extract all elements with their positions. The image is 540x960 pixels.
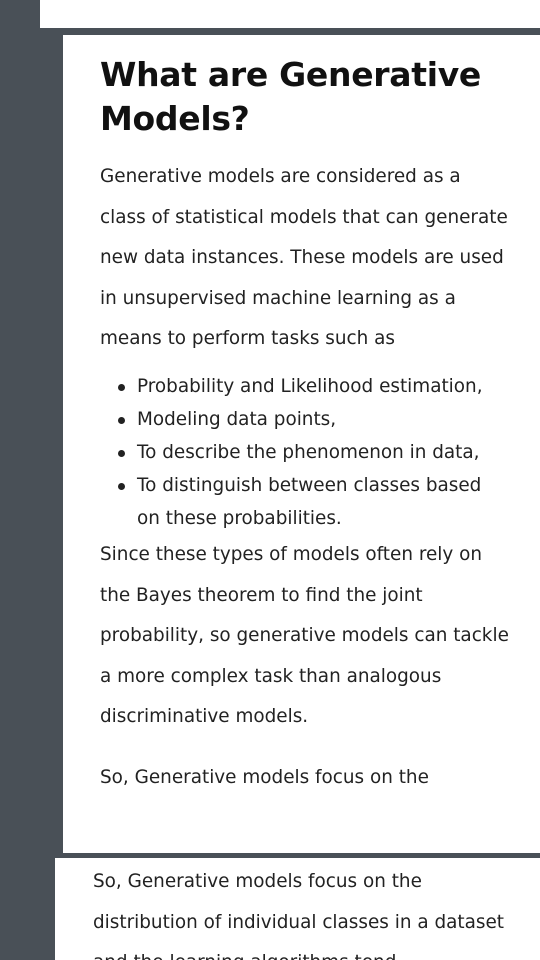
article-heading: What are Generative Models?	[100, 55, 482, 138]
article-card: What are Generative Models? Generative m…	[63, 35, 540, 853]
list-item-text: To describe the phenomenon in data,	[137, 441, 480, 463]
previous-card: ···	[40, 0, 540, 28]
list-item: Probability and Likelihood estimation,	[118, 370, 510, 403]
list-item: To distinguish between classes based on …	[118, 469, 510, 535]
next-card: So, Generative models focus on the distr…	[55, 858, 540, 960]
bullet-icon	[118, 449, 125, 457]
list-item: Modeling data points,	[118, 403, 510, 436]
list-item-text: Probability and Likelihood estimation,	[137, 375, 483, 397]
list-item: To describe the phenomenon in data,	[118, 436, 510, 469]
article-content: What are Generative Models? Generative m…	[100, 53, 510, 799]
cutoff-paragraph: So, Generative models focus on the	[100, 766, 429, 788]
previous-card-text: ···	[98, 18, 132, 29]
next-card-text: So, Generative models focus on the distr…	[93, 871, 504, 960]
bullet-icon	[118, 416, 125, 424]
bullet-icon	[118, 482, 125, 490]
body-paragraph: Since these types of models often rely o…	[100, 543, 509, 728]
list-item-text: To distinguish between classes based on …	[137, 474, 482, 529]
bullet-icon	[118, 383, 125, 391]
list-item-text: Modeling data points,	[137, 408, 337, 430]
task-list: Probability and Likelihood estimation, M…	[100, 370, 510, 535]
intro-paragraph: Generative models are considered as a cl…	[100, 166, 508, 350]
